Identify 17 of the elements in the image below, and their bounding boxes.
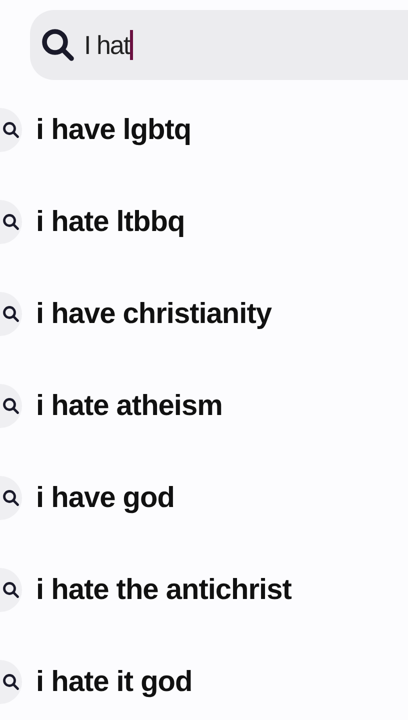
magnifier-icon <box>2 673 20 691</box>
suggestion-item[interactable]: i hate it god <box>36 666 192 698</box>
magnifier-icon <box>2 581 20 599</box>
magnifier-icon <box>2 121 20 139</box>
magnifier-icon <box>2 213 20 231</box>
suggestion-item[interactable]: i have christianity <box>36 298 272 330</box>
search-field[interactable]: I hat <box>30 10 408 80</box>
search-query: I hat <box>84 30 130 60</box>
suggestion-item[interactable]: i hate the antichrist <box>36 574 292 606</box>
magnifier-icon <box>2 397 20 415</box>
suggestion-item[interactable]: i have lgbtq <box>36 114 192 146</box>
suggestion-item[interactable]: i hate atheism <box>36 390 222 422</box>
suggestion-item[interactable]: i have god <box>36 482 174 514</box>
search-icon <box>40 27 76 63</box>
suggestion-item[interactable]: i hate ltbbq <box>36 206 185 238</box>
magnifier-icon <box>2 489 20 507</box>
magnifier-icon <box>2 305 20 323</box>
